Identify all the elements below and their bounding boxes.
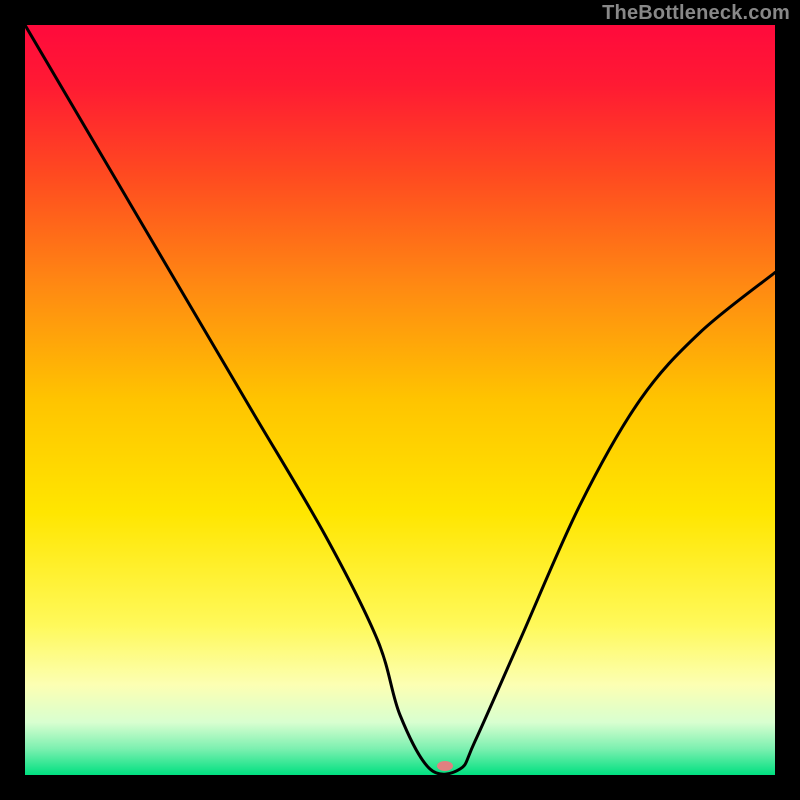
watermark-text: TheBottleneck.com — [602, 2, 790, 25]
optimal-point-marker — [437, 761, 453, 771]
bottleneck-chart — [25, 25, 775, 775]
gradient-background — [25, 25, 775, 775]
chart-container: TheBottleneck.com — [0, 0, 800, 800]
